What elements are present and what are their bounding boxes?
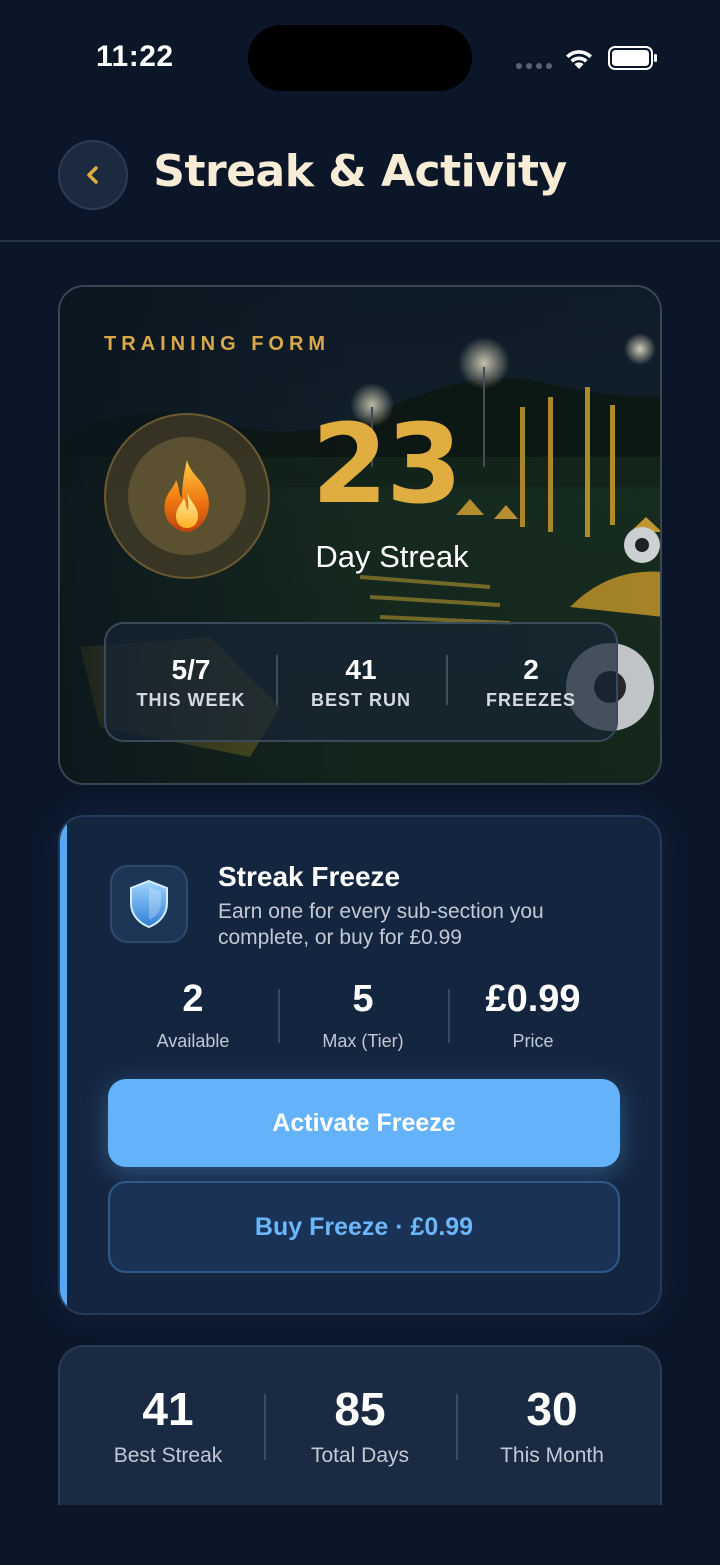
flame-icon (164, 460, 209, 532)
training-form-eyebrow: TRAINING FORM (104, 333, 331, 355)
summary-best-streak: 41 Best Streak (72, 1384, 264, 1469)
status-bar: 11:22 (0, 0, 720, 110)
summary-card: 41 Best Streak 85 Total Days 30 This Mon… (58, 1345, 662, 1505)
stat-value: 30 (526, 1382, 578, 1435)
battery-icon (608, 46, 657, 70)
summary-this-month: 30 This Month (456, 1384, 648, 1469)
wifi-icon (566, 50, 592, 69)
screen: 11:22 Streak & Activity TRAINING FORM 23… (0, 0, 720, 1565)
header: Streak & Activity (0, 110, 720, 242)
stat-value: 2 (523, 653, 539, 685)
stat-value: 5/7 (171, 653, 211, 685)
stat-label: Max (Tier) (322, 1030, 404, 1051)
stat-value: 5 (352, 978, 374, 1020)
streak-label: Day Streak (315, 539, 469, 574)
activate-freeze-button[interactable]: Activate Freeze (108, 1079, 620, 1167)
shield-icon (130, 879, 168, 929)
flame-badge (104, 413, 270, 579)
stat-value: 85 (334, 1382, 386, 1435)
stat-label: This Month (500, 1444, 604, 1468)
stat-label: Total Days (310, 1444, 410, 1468)
stat-best-run: 41 BEST RUN (276, 653, 446, 712)
freeze-stat-max: 5 Max (Tier) (278, 978, 448, 1059)
freeze-accent-bar (60, 817, 67, 1313)
stat-value: 41 (345, 653, 377, 685)
freeze-stats: 2 Available 5 Max (Tier) £0.99 Price (108, 978, 618, 1059)
stat-label: FREEZES (485, 690, 576, 711)
stat-freezes: 2 FREEZES (446, 653, 616, 712)
buy-freeze-button[interactable]: Buy Freeze · £0.99 (108, 1181, 620, 1273)
stat-label: BEST RUN (310, 690, 411, 711)
freeze-stat-available: 2 Available (108, 978, 278, 1059)
stat-value: 41 (142, 1382, 194, 1435)
freeze-stat-price: £0.99 Price (448, 978, 618, 1059)
dynamic-island (248, 25, 472, 91)
freeze-title: Streak Freeze (218, 861, 401, 892)
stat-value: £0.99 (485, 978, 581, 1020)
status-time: 11:22 (96, 40, 174, 73)
shield-badge (110, 865, 188, 943)
stat-label: Available (156, 1030, 230, 1051)
stat-this-week: 5/7 THIS WEEK (106, 653, 276, 712)
training-form-stats: 5/7 THIS WEEK 41 BEST RUN 2 FREEZES (104, 622, 618, 742)
page-title: Streak & Activity (153, 146, 567, 197)
cellular-signal-icon (516, 63, 552, 69)
training-form-card: TRAINING FORM 23 Day Streak 5/7 THIS WEE… (58, 285, 662, 785)
summary-total-days: 85 Total Days (264, 1384, 456, 1469)
stat-value: 2 (182, 978, 204, 1020)
streak-freeze-card: Streak Freeze Earn one for every sub-sec… (58, 815, 662, 1315)
freeze-description: Earn one for every sub-section you compl… (218, 900, 544, 949)
streak-count: 23 (311, 400, 462, 528)
stat-label: THIS WEEK (136, 690, 246, 711)
stat-label: Best Streak (113, 1444, 223, 1468)
stat-label: Price (512, 1030, 554, 1051)
